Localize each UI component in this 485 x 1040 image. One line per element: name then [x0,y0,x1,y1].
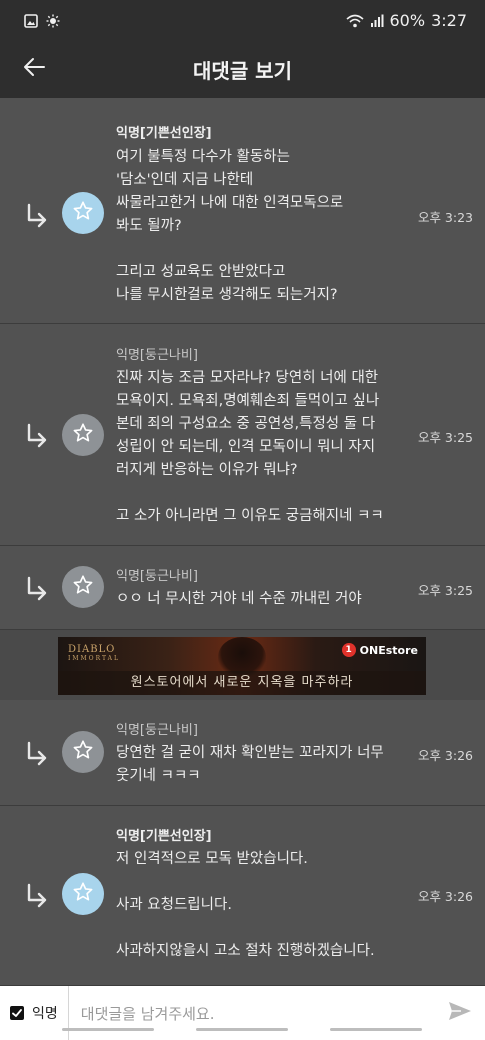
comment-time: 오후 3:26 [417,889,473,904]
status-bar: 60% 3:27 [0,0,485,40]
star-icon [72,574,94,600]
reply-input-bar: 익명 대댓글을 남겨주세요. [0,986,485,1040]
comment-text: 진짜 지능 조금 모자라냐? 당연히 너에 대한 모욕이지. 모욕죄,명예훼손죄… [116,370,384,524]
avatar [62,566,104,608]
page-title: 대댓글 보기 [193,58,292,83]
comment-author: 익명[둥근나비] [116,569,198,584]
comment-time: 오후 3:25 [417,430,473,445]
comment-author: 익명[기쁜선인장] [116,829,212,844]
comment-text: ㅇㅇ 너 무시한 거야 네 수준 까내린 거야 [116,591,362,607]
app-bar: 대댓글 보기 [0,40,485,98]
back-arrow-icon [22,57,46,81]
nav-bar-back[interactable] [330,1028,422,1031]
comment-author: 익명[둥근나비] [116,348,198,363]
anonymous-checkbox[interactable] [10,1006,24,1020]
comment-text: 당연한 걸 굳이 재차 확인받는 꼬라지가 너무 웃기네 ㅋㅋㅋ [116,745,384,784]
nav-bar-recents[interactable] [62,1028,154,1031]
avatar [62,873,104,915]
anonymous-label[interactable]: 익명 [32,1003,58,1023]
reply-item[interactable]: 익명[둥근나비] ㅇㅇ 너 무시한 거야 네 수준 까내린 거야 오후 3:25 [0,546,485,630]
brightness-icon [46,13,60,28]
reply-arrow-icon [24,422,50,448]
nav-bar-home[interactable] [196,1028,288,1031]
battery-level: 60% [389,10,426,30]
signal-icon [370,13,384,27]
reply-input[interactable]: 대댓글을 남겨주세요. [81,1003,435,1024]
star-icon [72,422,94,448]
avatar [62,192,104,234]
reply-arrow-icon [24,740,50,766]
ad-brand: 1 ONEstore [341,643,418,657]
avatar [62,731,104,773]
wifi-icon [345,13,364,28]
star-icon [72,881,94,907]
send-icon [447,1000,473,1026]
comment-text: 여기 불특정 다수가 활동하는 '담소'인데 지금 나한테 싸물라고한거 나에 … [116,149,344,303]
comment-text: 저 인격적으로 모독 받았습니다. 사과 요청드립니다. 사과하지않을시 고소 … [116,851,375,959]
reply-arrow-icon [24,882,50,908]
reply-item[interactable]: 익명[둥근나비] 당연한 걸 굳이 재차 확인받는 꼬라지가 너무 웃기네 ㅋㅋ… [0,700,485,806]
back-button[interactable] [0,40,68,98]
reply-item[interactable]: 익명[기쁜선인장] 저 인격적으로 모독 받았습니다. 사과 요청드립니다. 사… [0,806,485,986]
send-button[interactable] [435,986,485,1040]
star-icon [72,200,94,226]
ad-logo: DIABLO IMMORTAL [68,644,120,662]
comment-author: 익명[기쁜선인장] [116,126,212,141]
comment-time: 오후 3:25 [417,583,473,598]
star-icon [72,739,94,765]
gallery-icon [24,13,38,28]
reply-arrow-icon [24,575,50,601]
ad-banner[interactable]: DIABLO IMMORTAL 1 ONEstore 원스토어에서 새로운 지옥… [58,637,426,695]
comment-time: 오후 3:26 [417,748,473,763]
avatar [62,414,104,456]
reply-arrow-icon [24,202,50,228]
comment-time: 오후 3:23 [417,210,473,225]
reply-item[interactable]: 익명[둥근나비] 진짜 지능 조금 모자라냐? 당연히 너에 대한 모욕이지. … [0,324,485,546]
divider [67,986,69,1040]
reply-item[interactable]: 익명[기쁜선인장] 여기 불특정 다수가 활동하는 '담소'인데 지금 나한테 … [0,98,485,324]
ad-section: DIABLO IMMORTAL 1 ONEstore 원스토어에서 새로운 지옥… [0,630,485,700]
comment-author: 익명[둥근나비] [116,723,198,738]
onestore-logo-icon: 1 [341,643,356,657]
ad-caption: 원스토어에서 새로운 지옥을 마주하라 [58,671,426,695]
clock: 3:27 [431,10,467,30]
